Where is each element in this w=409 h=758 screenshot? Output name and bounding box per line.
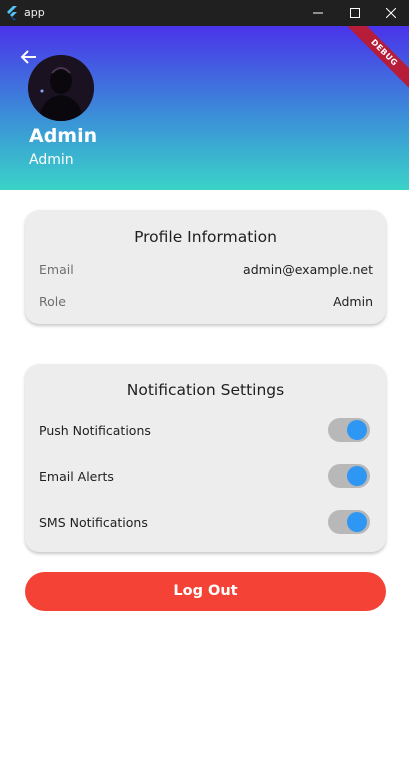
push-notifications-label: Push Notifications [39,423,151,438]
email-alerts-label: Email Alerts [39,469,114,484]
minimize-icon [313,12,323,14]
close-button[interactable] [373,0,409,26]
profile-information-card: Profile Information Email admin@example.… [25,210,386,324]
role-label: Role [39,294,66,309]
maximize-button[interactable] [337,0,373,26]
window-titlebar: app [0,0,409,26]
profile-header: Admin Admin DEBUG [0,26,409,190]
role-value: Admin [333,294,373,309]
avatar-image [28,55,94,121]
window-title: app [24,6,45,19]
minimize-button[interactable] [300,0,336,26]
email-row: Email admin@example.net [39,261,373,279]
email-value: admin@example.net [243,262,373,277]
sms-notifications-row: SMS Notifications [39,510,370,536]
close-icon [386,8,396,18]
avatar [28,55,94,121]
sms-notifications-label: SMS Notifications [39,515,148,530]
notification-settings-title: Notification Settings [126,381,285,399]
profile-role: Admin [29,152,74,168]
debug-banner: DEBUG [340,26,409,97]
email-label: Email [39,262,74,277]
toggle-knob [347,466,367,486]
push-notifications-row: Push Notifications [39,418,370,444]
toggle-knob [347,420,367,440]
email-alerts-row: Email Alerts [39,464,370,490]
profile-name: Admin [29,125,98,147]
role-row: Role Admin [39,293,373,311]
logout-button[interactable]: Log Out [25,572,386,611]
profile-information-title: Profile Information [134,228,277,246]
push-notifications-toggle[interactable] [328,418,370,442]
notification-settings-card: Notification Settings Push Notifications… [25,364,386,552]
flutter-icon [7,6,17,20]
sms-notifications-toggle[interactable] [328,510,370,534]
email-alerts-toggle[interactable] [328,464,370,488]
maximize-icon [350,8,360,18]
toggle-knob [347,512,367,532]
